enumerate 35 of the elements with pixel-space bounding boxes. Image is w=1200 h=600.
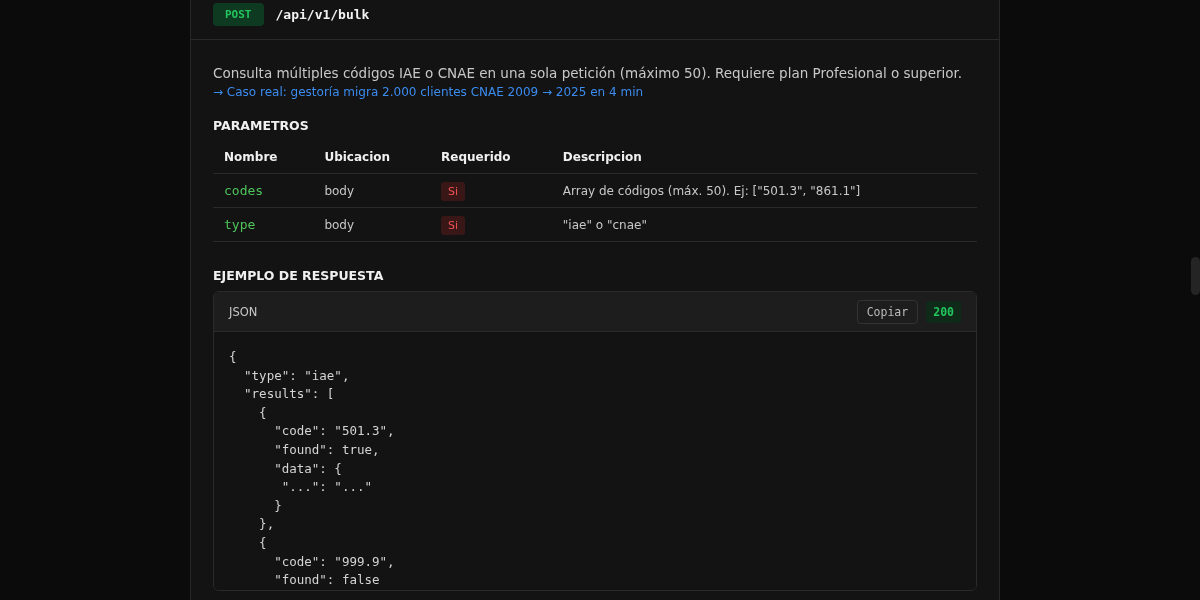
description-text: Consulta múltiples códigos IAE o CNAE en una sola petición (máximo 50). Requiere plan Profesional o superior. bbox=[213, 65, 964, 81]
code-line: "results": [ bbox=[243, 385, 336, 404]
table-cell: "iae" o "cnae" bbox=[551, 207, 977, 242]
method-badge: POST bbox=[213, 3, 264, 26]
code-line: }, bbox=[258, 515, 276, 534]
section-title: EJEMPLO DE RESPUESTA bbox=[213, 268, 385, 283]
column-header: Requerido bbox=[430, 141, 552, 174]
parameter-name: codes bbox=[224, 183, 264, 198]
column-header: Ubicacion bbox=[313, 141, 431, 174]
required-badge: Si bbox=[441, 215, 466, 235]
language-label: JSON bbox=[229, 304, 258, 319]
required-badge: Si bbox=[441, 181, 466, 201]
code-line: "code": "999.9", bbox=[273, 552, 396, 571]
code-line: } bbox=[273, 496, 283, 515]
table-cell: body bbox=[313, 207, 431, 242]
code-line: "found": true, bbox=[273, 440, 381, 459]
column-header: Nombre bbox=[213, 141, 314, 174]
table-cell: Array de códigos (máx. 50). Ej: ["501.3", "861.1"] bbox=[551, 173, 977, 208]
code-line: { bbox=[229, 348, 238, 366]
section-title: PARAMETROS bbox=[213, 118, 310, 133]
code-line: "data": { bbox=[273, 459, 343, 478]
code-line: "code": "501.3", bbox=[273, 422, 396, 441]
code-line: { bbox=[258, 403, 268, 422]
status-badge: 200 bbox=[926, 300, 961, 323]
code-line: "type": "iae", bbox=[243, 366, 351, 385]
code-line: { bbox=[258, 533, 268, 552]
endpoint-path: /api/v1/bulk bbox=[275, 6, 370, 22]
code-line: "...": "..." bbox=[280, 478, 373, 497]
table-cell: body bbox=[313, 173, 431, 208]
copy-button[interactable]: Copiar bbox=[856, 299, 919, 324]
code-line: "found": false bbox=[273, 571, 381, 590]
case-link[interactable]: → Caso real: gestoría migra 2.000 clientes CNAE 2009 → 2025 en 4 min bbox=[213, 85, 644, 99]
column-header: Descripcion bbox=[551, 141, 977, 174]
scrollbar-thumb[interactable] bbox=[1191, 257, 1200, 295]
parameter-name: type bbox=[224, 217, 256, 232]
